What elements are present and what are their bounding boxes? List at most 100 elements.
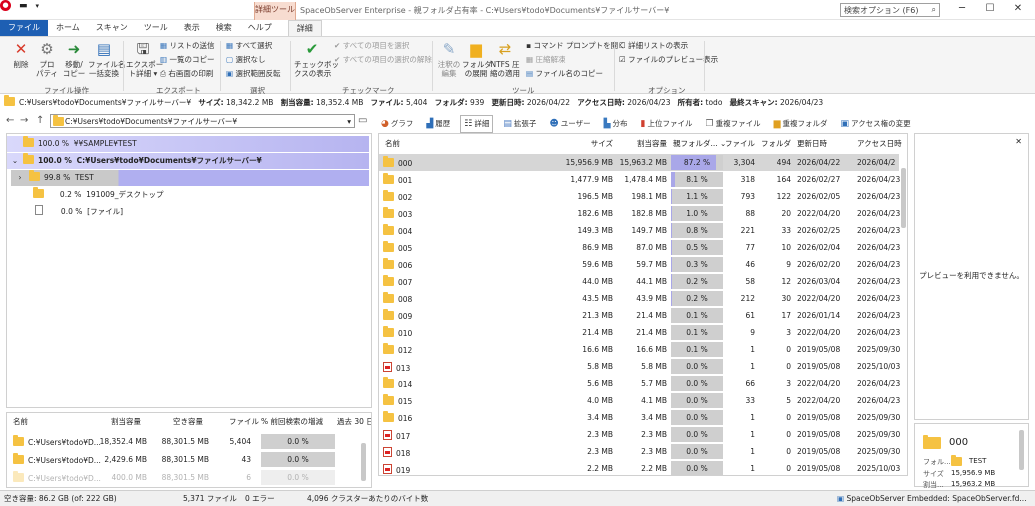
menu-tools[interactable]: ツール	[136, 20, 176, 36]
table-row[interactable]: 017 2.3 MB 2.3 MB 0.0 % 1 0 2019/05/08 2025/09/…	[379, 426, 900, 443]
export-details-button[interactable]: 🖫 エクスポー ト詳細 ▾	[126, 41, 163, 79]
show-detail-list-checkbox[interactable]: ☐ 詳細リストの表示	[619, 41, 688, 50]
table-row[interactable]: 016 3.4 MB 3.4 MB 0.0 % 1 0 2019/05/08 2025/09/…	[379, 409, 900, 426]
annotation-button[interactable]: ✎ 注釈の 編集	[436, 41, 462, 79]
table-row[interactable]: 001 1,477.9 MB 1,478.4 MB 8.1 % 318 164 2026/0…	[379, 171, 900, 188]
table-row[interactable]: 018 2.3 MB 2.3 MB 0.0 % 1 0 2019/05/08 2025/09/…	[379, 443, 900, 460]
scrollbar[interactable]	[361, 443, 366, 481]
column-header[interactable]: 過去 30 日	[337, 416, 371, 427]
column-header[interactable]: % 前回検索の増減	[261, 416, 323, 427]
qat-dropdown-icon[interactable]: ▾	[36, 2, 40, 10]
divider	[123, 41, 124, 91]
chevron-down-icon[interactable]: ▾	[347, 116, 351, 127]
tree-row[interactable]: 0.2 % 191009_デスクトップ	[33, 187, 164, 203]
table-row[interactable]: 010 21.4 MB 21.4 MB 0.1 % 9 3 2022/04/20 2026/0…	[379, 324, 900, 341]
send-list-button[interactable]: ▦ リストの送信	[160, 41, 214, 50]
column-header[interactable]: ファイル	[229, 416, 259, 427]
menu-search[interactable]: 検索	[208, 20, 240, 36]
open-cmd-button[interactable]: ▪ コマンド プロンプトを開く	[526, 41, 626, 50]
menu-view[interactable]: 表示	[176, 20, 208, 36]
forward-arrow-icon[interactable]: →	[20, 115, 28, 126]
column-header-accessed[interactable]: アクセス日時	[857, 138, 902, 149]
tab-extensions[interactable]: ▤ 拡張子	[500, 115, 539, 133]
up-arrow-icon[interactable]: ↑	[36, 115, 44, 126]
check-all-button[interactable]: ✔ すべての項目を選択	[334, 41, 409, 50]
column-header-alloc[interactable]: 割当容量	[609, 138, 667, 149]
path-input[interactable]: C:¥Users¥todo¥Documents¥ファイルサーバー¥ ▾	[50, 114, 355, 128]
column-header[interactable]: 名前	[13, 416, 28, 427]
column-header-files[interactable]: ファイル	[725, 138, 755, 149]
decompress-button[interactable]: ▦ 圧縮解凍	[526, 55, 565, 64]
tab-details[interactable]: ☷ 詳細	[460, 115, 494, 133]
delete-button[interactable]: ✕ 削除	[8, 41, 34, 70]
scrollbar[interactable]	[901, 168, 906, 228]
table-row[interactable]: 004 149.3 MB 149.7 MB 0.8 % 221 33 2026/02/25 2…	[379, 222, 900, 239]
table-row[interactable]: 013 5.8 MB 5.8 MB 0.0 % 1 0 2019/05/08 2025/10/…	[379, 358, 900, 375]
back-arrow-icon[interactable]: ←	[6, 115, 14, 126]
expand-folder-button[interactable]: ▆ フォルダ の展開	[462, 41, 492, 79]
invert-selection-button[interactable]: ▣ 選択範囲反転	[226, 69, 280, 78]
column-header-folders[interactable]: フォルダ	[759, 138, 791, 149]
tree-row-selected[interactable]: ⌄ 100.0 % C:¥Users¥todo¥Documents¥ファイルサーバ…	[7, 153, 369, 169]
table-row[interactable]: 014 5.6 MB 5.7 MB 0.0 % 66 3 2022/04/20 2026/04…	[379, 375, 900, 392]
close-button[interactable]: ✕	[1004, 2, 1032, 18]
column-header[interactable]: 割当容量	[111, 416, 141, 427]
tree-row[interactable]: 0.0 % [ファイル]	[35, 204, 123, 220]
column-header[interactable]: 空き容量	[173, 416, 203, 427]
column-header-size[interactable]: サイズ	[559, 138, 613, 149]
table-row[interactable]: 019 2.2 MB 2.2 MB 0.0 % 1 0 2019/05/08 2025/10/…	[379, 460, 900, 475]
menu-file[interactable]: ファイル	[0, 20, 48, 36]
print-screen-button[interactable]: ⎙ 右画面の印刷	[160, 69, 213, 78]
table-row[interactable]: 002 196.5 MB 198.1 MB 1.1 % 793 122 2026/02/05…	[379, 188, 900, 205]
tab-duplicate-folders[interactable]: ▆ 重複フォルダ	[771, 115, 831, 133]
chevron-right-icon[interactable]: ›	[11, 170, 29, 186]
menu-home[interactable]: ホーム	[48, 20, 88, 36]
table-row[interactable]: 005 86.9 MB 87.0 MB 0.5 % 77 10 2026/02/04 2026…	[379, 239, 900, 256]
tab-history[interactable]: ▟ 履歴	[423, 115, 453, 133]
table-row[interactable]: 006 59.6 MB 59.7 MB 0.3 % 46 9 2026/02/20 2026/…	[379, 256, 900, 273]
tab-permissions[interactable]: ▣ アクセス権の変更	[838, 115, 914, 133]
tree-row[interactable]: › 99.8 % TEST	[11, 170, 369, 186]
tab-users[interactable]: ☻ ユーザー	[546, 115, 593, 133]
tab-duplicate-files[interactable]: ❐ 重複ファイル	[703, 115, 764, 133]
uncheck-all-button[interactable]: ✔ すべての項目の選択の解除	[334, 55, 432, 64]
tree-row[interactable]: 100.0 % ¥¥SAMPLE¥TEST	[7, 136, 369, 152]
column-header-name[interactable]: 名前	[385, 138, 400, 149]
tab-graph[interactable]: ◕ グラフ	[378, 115, 416, 133]
table-row[interactable]: 007 44.0 MB 44.1 MB 0.2 % 58 12 2026/03/04 2026…	[379, 273, 900, 290]
ntfs-compress-button[interactable]: ⇄ NTFS 圧 縮の適用	[490, 41, 520, 79]
show-checkbox-button[interactable]: ✔ チェックボッ クスの表示	[294, 41, 339, 79]
scrollbar[interactable]	[1019, 430, 1024, 470]
copy-list-button[interactable]: ▥ 一覧のコピー	[160, 55, 214, 64]
table-row[interactable]: C:¥Users¥todo¥D... 2,429.6 MB 88,301.5 M…	[7, 451, 357, 468]
select-none-button[interactable]: ▢ 選択なし	[226, 55, 265, 64]
menu-details[interactable]: 詳細	[287, 20, 322, 36]
column-header-modified[interactable]: 更新日時	[797, 138, 827, 149]
chevron-down-icon[interactable]: ⌄	[7, 153, 23, 169]
select-all-button[interactable]: ▦ すべて選択	[226, 41, 272, 50]
minimize-button[interactable]: ─	[948, 2, 976, 18]
pdf-file-icon	[383, 430, 392, 440]
drive-icon[interactable]: ▬	[19, 1, 28, 11]
menu-scan[interactable]: スキャン	[88, 20, 136, 36]
table-row[interactable]: 003 182.6 MB 182.8 MB 1.0 % 88 20 2022/04/20 20…	[379, 205, 900, 222]
copy-filename-button[interactable]: ▤ ファイル名のコピー	[526, 69, 603, 78]
tab-distribution[interactable]: ▙ 分布	[601, 115, 631, 133]
table-row[interactable]: 009 21.3 MB 21.4 MB 0.1 % 61 17 2026/01/14 2026…	[379, 307, 900, 324]
maximize-button[interactable]: ☐	[976, 2, 1004, 18]
menu-help[interactable]: ヘルプ	[240, 20, 280, 36]
move-copy-button[interactable]: ➜ 移動/ コピー	[60, 41, 88, 79]
close-icon[interactable]: ✕	[1015, 137, 1022, 146]
filename-convert-button[interactable]: ▤ ファイル名 一括変換	[88, 41, 126, 79]
browse-folder-icon[interactable]: ▭	[358, 115, 367, 126]
tab-top-files[interactable]: ▮ 上位ファイル	[638, 115, 696, 133]
column-header-parent-pct[interactable]: 親フォルダ... ⌄	[673, 138, 726, 149]
table-row[interactable]: C:¥Users¥todo¥D... 18,352.4 MB 88,301.5 …	[7, 433, 357, 450]
search-options-box[interactable]: 検索オプション (F6) ⌕	[840, 3, 940, 17]
properties-button[interactable]: ⚙ プロ パティ	[34, 41, 60, 79]
table-row[interactable]: 015 4.0 MB 4.1 MB 0.0 % 33 5 2022/04/20 2026/04…	[379, 392, 900, 409]
table-row[interactable]: 008 43.5 MB 43.9 MB 0.2 % 212 30 2022/04/20 202…	[379, 290, 900, 307]
table-row[interactable]: 000 15,956.9 MB 15,963.2 MB 87.2 % 3,304 494 2…	[379, 154, 899, 171]
table-row[interactable]: C:¥Users¥todo¥D... 400.0 MB 88,301.5 MB …	[7, 469, 357, 486]
table-row[interactable]: 012 16.6 MB 16.6 MB 0.1 % 1 0 2019/05/08 2025/0…	[379, 341, 900, 358]
